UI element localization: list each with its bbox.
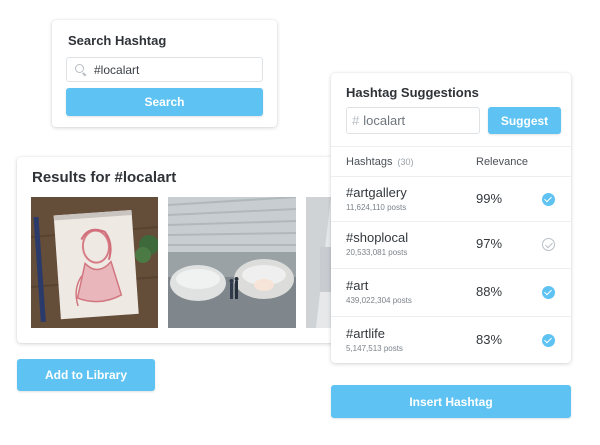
- hashtag-posts: 20,533,081 posts: [346, 248, 408, 257]
- hashtag-count: (30): [397, 157, 414, 167]
- result-image-sketch[interactable]: [31, 197, 158, 328]
- hashtag-name: #artgallery: [346, 185, 407, 200]
- hashtag-relevance: 88%: [476, 284, 503, 299]
- insert-hashtag-button[interactable]: Insert Hashtag: [331, 385, 571, 418]
- hashtag-name: #shoplocal: [346, 230, 409, 245]
- hashtag-suggestions-card: Hashtag Suggestions # localart Suggest H…: [331, 73, 571, 363]
- column-relevance: Relevance: [476, 156, 528, 168]
- suggestions-title: Hashtag Suggestions: [346, 85, 479, 100]
- add-to-library-button[interactable]: Add to Library: [17, 359, 155, 391]
- search-icon: [74, 63, 88, 77]
- search-button[interactable]: Search: [66, 88, 263, 116]
- table-row[interactable]: #art 439,022,304 posts 88%: [331, 269, 571, 317]
- hashtag-posts: 439,022,304 posts: [346, 296, 412, 305]
- table-row[interactable]: #artlife 5,147,513 posts 83%: [331, 317, 571, 363]
- suggestion-input[interactable]: # localart: [346, 107, 480, 134]
- hash-icon: #: [352, 113, 360, 128]
- suggestion-input-value: localart: [363, 113, 406, 128]
- results-card: Results for #localart: [17, 157, 347, 343]
- hashtag-name: #artlife: [346, 326, 386, 341]
- checked-circle-icon[interactable]: [542, 286, 555, 299]
- hashtag-posts: 11,624,110 posts: [346, 203, 407, 212]
- suggestions-table-header: Hashtags (30) Relevance: [331, 146, 571, 177]
- hashtag-name: #art: [346, 278, 369, 293]
- table-row[interactable]: #artgallery 11,624,110 posts 99%: [331, 177, 571, 222]
- unchecked-circle-icon[interactable]: [542, 238, 555, 251]
- result-image-installation[interactable]: [168, 197, 296, 328]
- hashtag-relevance: 97%: [476, 236, 503, 251]
- checked-circle-icon[interactable]: [542, 334, 555, 347]
- checked-circle-icon[interactable]: [542, 193, 555, 206]
- search-card-title: Search Hashtag: [68, 33, 167, 48]
- results-title: Results for #localart: [32, 169, 177, 186]
- column-hashtags: Hashtags (30): [346, 156, 414, 168]
- table-row[interactable]: #shoplocal 20,533,081 posts 97%: [331, 222, 571, 269]
- hashtag-relevance: 83%: [476, 332, 503, 347]
- search-input[interactable]: #localart: [66, 57, 263, 82]
- hashtag-relevance: 99%: [476, 191, 503, 206]
- hashtag-posts: 5,147,513 posts: [346, 344, 403, 353]
- suggest-button[interactable]: Suggest: [488, 107, 561, 134]
- search-input-value: #localart: [94, 62, 140, 77]
